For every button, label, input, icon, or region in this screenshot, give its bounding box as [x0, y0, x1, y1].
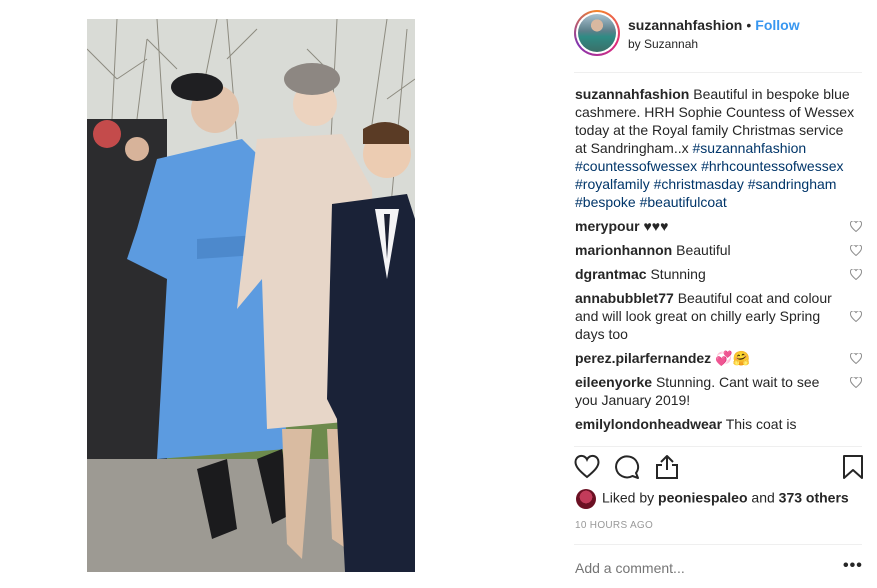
caption-username[interactable]: suzannahfashion: [575, 86, 689, 102]
liker-avatar[interactable]: [576, 489, 596, 509]
comment-box-divider: [574, 544, 862, 545]
comment-username[interactable]: marionhannon: [575, 242, 672, 258]
header-title-row: suzannahfashion • Follow: [628, 17, 800, 33]
avatar[interactable]: [574, 10, 620, 56]
follow-button[interactable]: Follow: [755, 17, 799, 33]
comment-like-heart-icon[interactable]: [850, 245, 862, 256]
comment-item: perez.pilarfernandez 💞🤗: [575, 349, 865, 367]
add-comment-input[interactable]: [575, 558, 815, 578]
comment-like-heart-icon[interactable]: [850, 221, 862, 232]
comment-like-heart-icon[interactable]: [850, 377, 862, 388]
comment-like-heart-icon[interactable]: [850, 269, 862, 280]
heart-icon[interactable]: [574, 454, 600, 480]
comment-item: merypour ♥♥♥: [575, 217, 865, 235]
liker-username[interactable]: peoniespaleo: [658, 490, 747, 506]
header-divider: [574, 72, 862, 73]
comment-username[interactable]: dgrantmac: [575, 266, 647, 282]
comment-item: marionhannon Beautiful: [575, 241, 865, 259]
separator-dot: •: [746, 17, 752, 33]
avatar-image: [578, 14, 616, 52]
action-bar: [574, 454, 864, 484]
username-link[interactable]: suzannahfashion: [628, 17, 742, 33]
share-icon[interactable]: [654, 454, 680, 480]
more-options-button[interactable]: •••: [843, 558, 863, 574]
comment-username[interactable]: perez.pilarfernandez: [575, 350, 711, 366]
comment-item: dgrantmac Stunning: [575, 265, 865, 283]
likes-and: and: [751, 489, 775, 506]
actions-divider: [574, 446, 862, 447]
comment-text: This coat is: [725, 416, 797, 432]
likes-prefix: Liked by: [602, 489, 655, 506]
comment-icon[interactable]: [614, 454, 640, 480]
caption: suzannahfashion Beautiful in bespoke blu…: [575, 85, 855, 211]
comment-username[interactable]: emilylondonheadwear: [575, 416, 722, 432]
comment-text: ♥♥♥: [643, 218, 669, 234]
bookmark-icon[interactable]: [840, 454, 866, 480]
likes-others-link[interactable]: 373 others: [779, 490, 849, 506]
comment-like-heart-icon[interactable]: [850, 353, 862, 364]
comment-text: Stunning: [650, 266, 706, 282]
comment-text: Beautiful: [676, 242, 731, 258]
comment-like-heart-icon[interactable]: [850, 311, 862, 322]
comment-item: emilylondonheadwear This coat is: [575, 415, 865, 433]
comment-item: annabubblet77 Beautiful coat and colour …: [575, 289, 865, 343]
comment-username[interactable]: merypour: [575, 218, 640, 234]
comment-username[interactable]: eileenyorke: [575, 374, 652, 390]
post-subtitle: by Suzannah: [628, 37, 699, 51]
comment-text: 💞🤗: [715, 350, 750, 366]
comments-list[interactable]: suzannahfashion Beautiful in bespoke blu…: [575, 85, 865, 445]
post-timestamp[interactable]: 10 HOURS AGO: [575, 520, 653, 531]
likes-summary: Liked by peoniespaleo and 373 others: [576, 489, 849, 511]
post-photo[interactable]: [87, 19, 415, 572]
comment-item: eileenyorke Stunning. Cant wait to see y…: [575, 373, 865, 409]
post-header: suzannahfashion • Follow by Suzannah: [574, 10, 864, 60]
photo-illustration: [87, 19, 415, 572]
comment-username[interactable]: annabubblet77: [575, 290, 674, 306]
